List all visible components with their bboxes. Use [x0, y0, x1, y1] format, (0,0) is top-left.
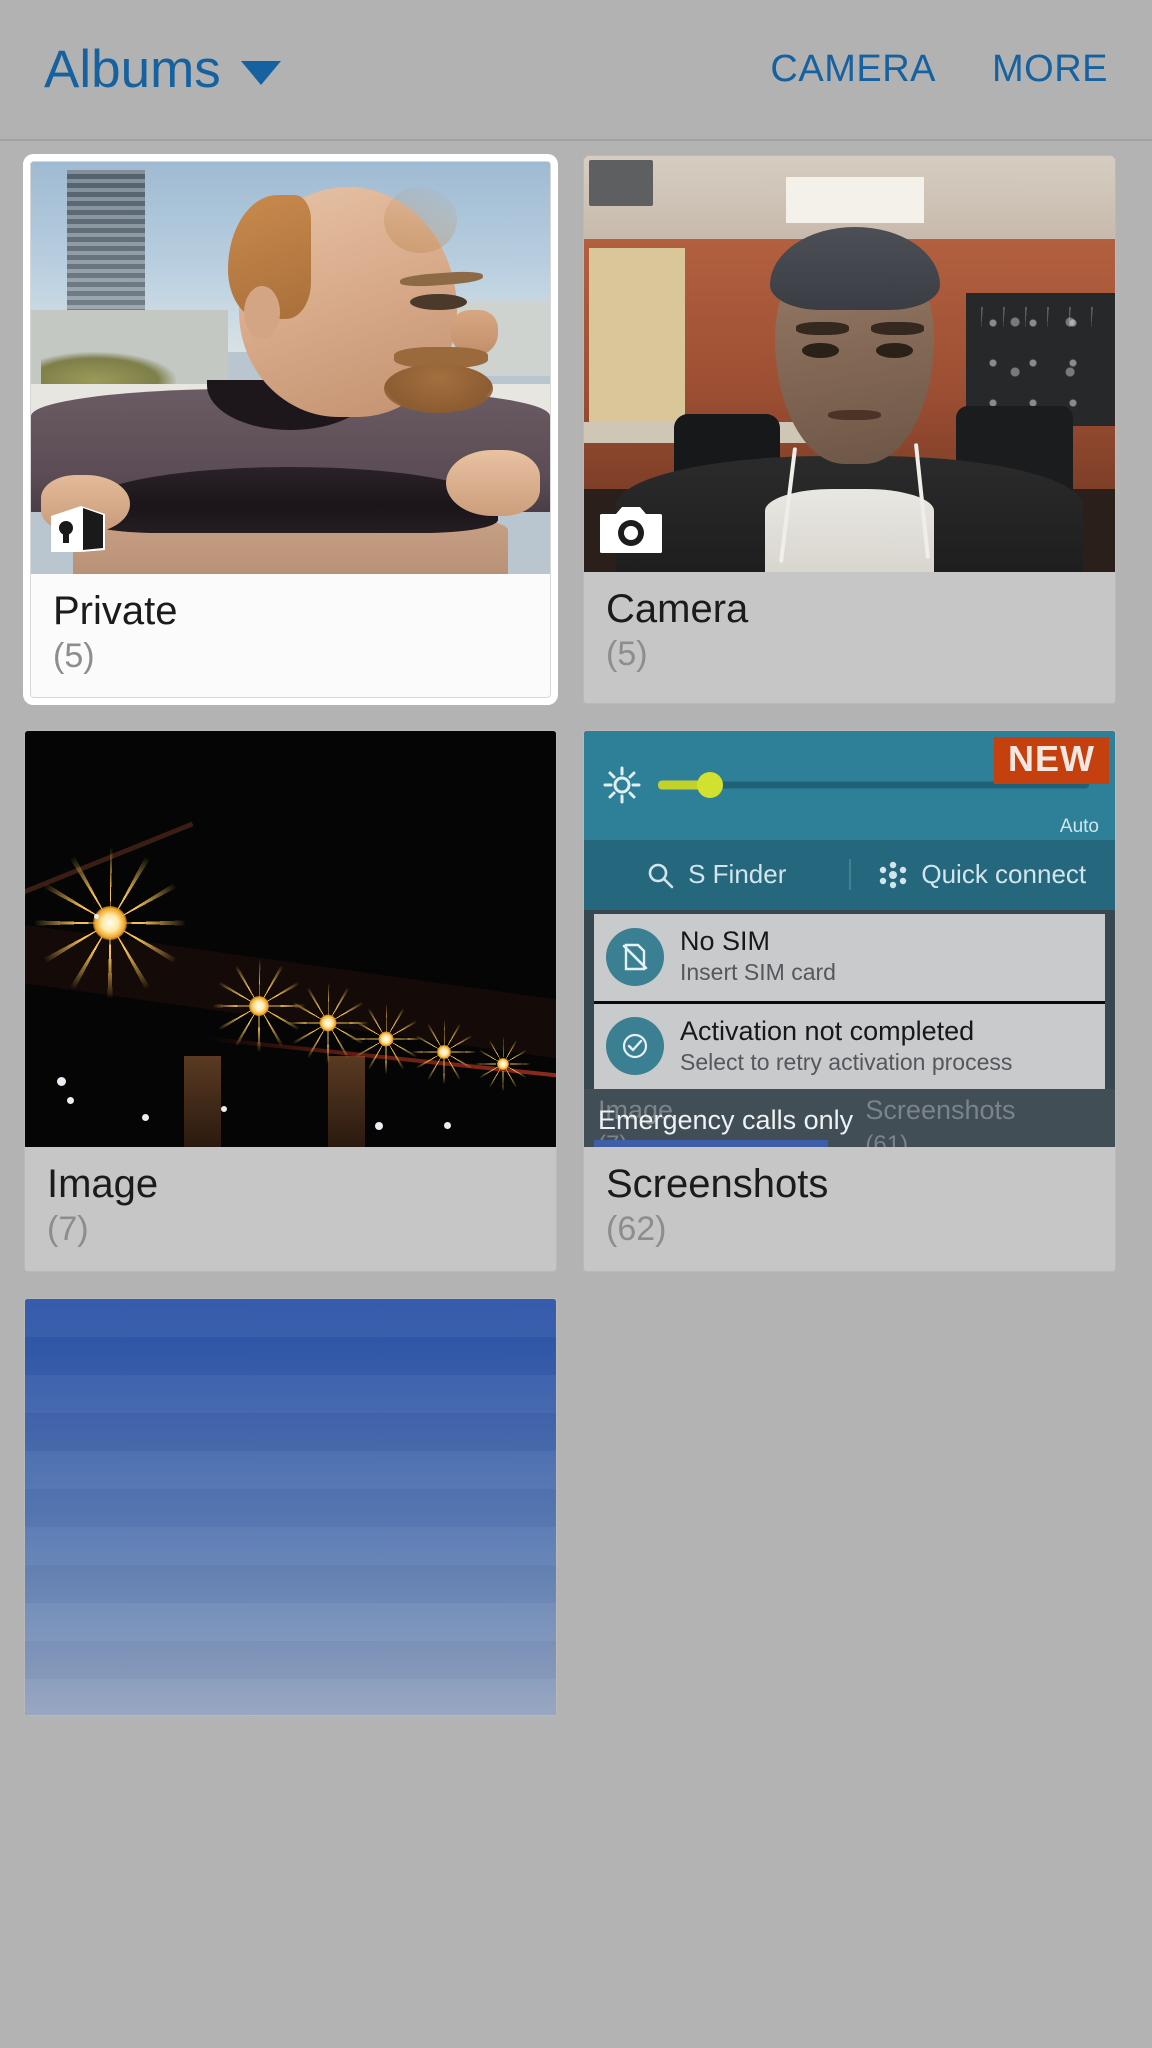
- notification-title: Activation not completed: [680, 1015, 975, 1046]
- more-action[interactable]: MORE: [992, 48, 1108, 91]
- ghost-blue-strip: [594, 1140, 828, 1148]
- camera-icon: [600, 500, 662, 558]
- album-tile-partial[interactable]: [24, 1297, 557, 1716]
- album-label-private: Private (5): [31, 574, 550, 697]
- lock-folder-icon: [47, 502, 109, 560]
- check-circle-icon: [606, 1017, 664, 1076]
- quick-connect-button[interactable]: Quick connect: [851, 859, 1116, 890]
- notification-title: No SIM: [680, 926, 771, 957]
- blue-gradient-photo: [25, 1298, 556, 1715]
- camera-action[interactable]: CAMERA: [770, 48, 936, 91]
- album-count: (5): [606, 635, 648, 673]
- s-finder-label: S Finder: [688, 859, 787, 890]
- quick-connect-label: Quick connect: [921, 859, 1087, 890]
- notification-subtitle: Select to retry activation process: [680, 1048, 1013, 1075]
- night-bridge-lights-photo: [25, 731, 556, 1148]
- new-badge: NEW: [994, 737, 1109, 785]
- s-finder-button[interactable]: S Finder: [584, 859, 849, 890]
- app-bar-actions: CAMERA MORE: [770, 48, 1108, 91]
- album-thumbnail-screenshots: Auto NEW S Finder Quick connect No SIM I…: [584, 731, 1116, 1148]
- search-icon: [648, 863, 674, 889]
- album-label-screenshots: Screenshots (62): [584, 1147, 1115, 1270]
- shade-footer: Image (7) Screenshots (61) Emergency cal…: [584, 1089, 1115, 1148]
- notification-item[interactable]: No SIM Insert SIM card: [594, 914, 1105, 1001]
- brightness-row: Auto NEW: [584, 731, 1115, 840]
- album-count: (5): [53, 637, 95, 675]
- album-tile-private[interactable]: Private (5): [30, 161, 551, 699]
- app-bar: Albums CAMERA MORE: [0, 0, 1152, 141]
- album-thumbnail-private: [31, 162, 550, 574]
- album-label-image: Image (7): [25, 1147, 556, 1270]
- albums-dropdown[interactable]: Albums: [44, 43, 281, 96]
- notification-text: No SIM Insert SIM card: [680, 926, 836, 987]
- album-thumbnail-camera: [584, 156, 1115, 572]
- notification-shade-screenshot: Auto NEW S Finder Quick connect No SIM I…: [584, 731, 1116, 1148]
- quick-connect-icon: [880, 861, 907, 889]
- album-label-camera: Camera (5): [584, 572, 1115, 695]
- album-grid: Private (5) Camera (5) Image (7) Auto NE…: [0, 141, 1152, 1716]
- album-count: (7): [47, 1210, 89, 1249]
- notification-subtitle: Insert SIM card: [680, 959, 836, 986]
- chevron-down-icon[interactable]: [240, 60, 281, 85]
- ghost-album-name-screenshots: Screenshots: [865, 1095, 1016, 1126]
- ghost-album-count-screenshots: (61): [865, 1131, 909, 1148]
- album-count: (62): [606, 1210, 667, 1249]
- album-tile-image[interactable]: Image (7): [24, 730, 557, 1272]
- album-name: Image: [47, 1162, 159, 1207]
- album-name: Screenshots: [606, 1162, 829, 1207]
- quick-actions-row: S Finder Quick connect: [584, 839, 1116, 911]
- page-title: Albums: [44, 40, 221, 99]
- selfie-in-office-photo: [584, 156, 1115, 572]
- album-thumbnail-partial: [25, 1298, 556, 1715]
- album-thumbnail-image: [25, 731, 556, 1148]
- album-tile-screenshots[interactable]: Auto NEW S Finder Quick connect No SIM I…: [583, 730, 1116, 1272]
- carrier-status-label: Emergency calls only: [598, 1105, 854, 1136]
- album-tile-camera[interactable]: Camera (5): [583, 155, 1116, 705]
- album-name: Private: [53, 589, 178, 633]
- brightness-auto-label: Auto: [1059, 815, 1099, 837]
- album-name: Camera: [606, 587, 749, 631]
- notification-item[interactable]: Activation not completed Select to retry…: [594, 1000, 1105, 1091]
- brightness-sun-icon: [602, 765, 642, 805]
- slider-knob[interactable]: [696, 772, 723, 799]
- notification-text: Activation not completed Select to retry…: [680, 1016, 1012, 1077]
- no-sim-icon: [606, 927, 664, 986]
